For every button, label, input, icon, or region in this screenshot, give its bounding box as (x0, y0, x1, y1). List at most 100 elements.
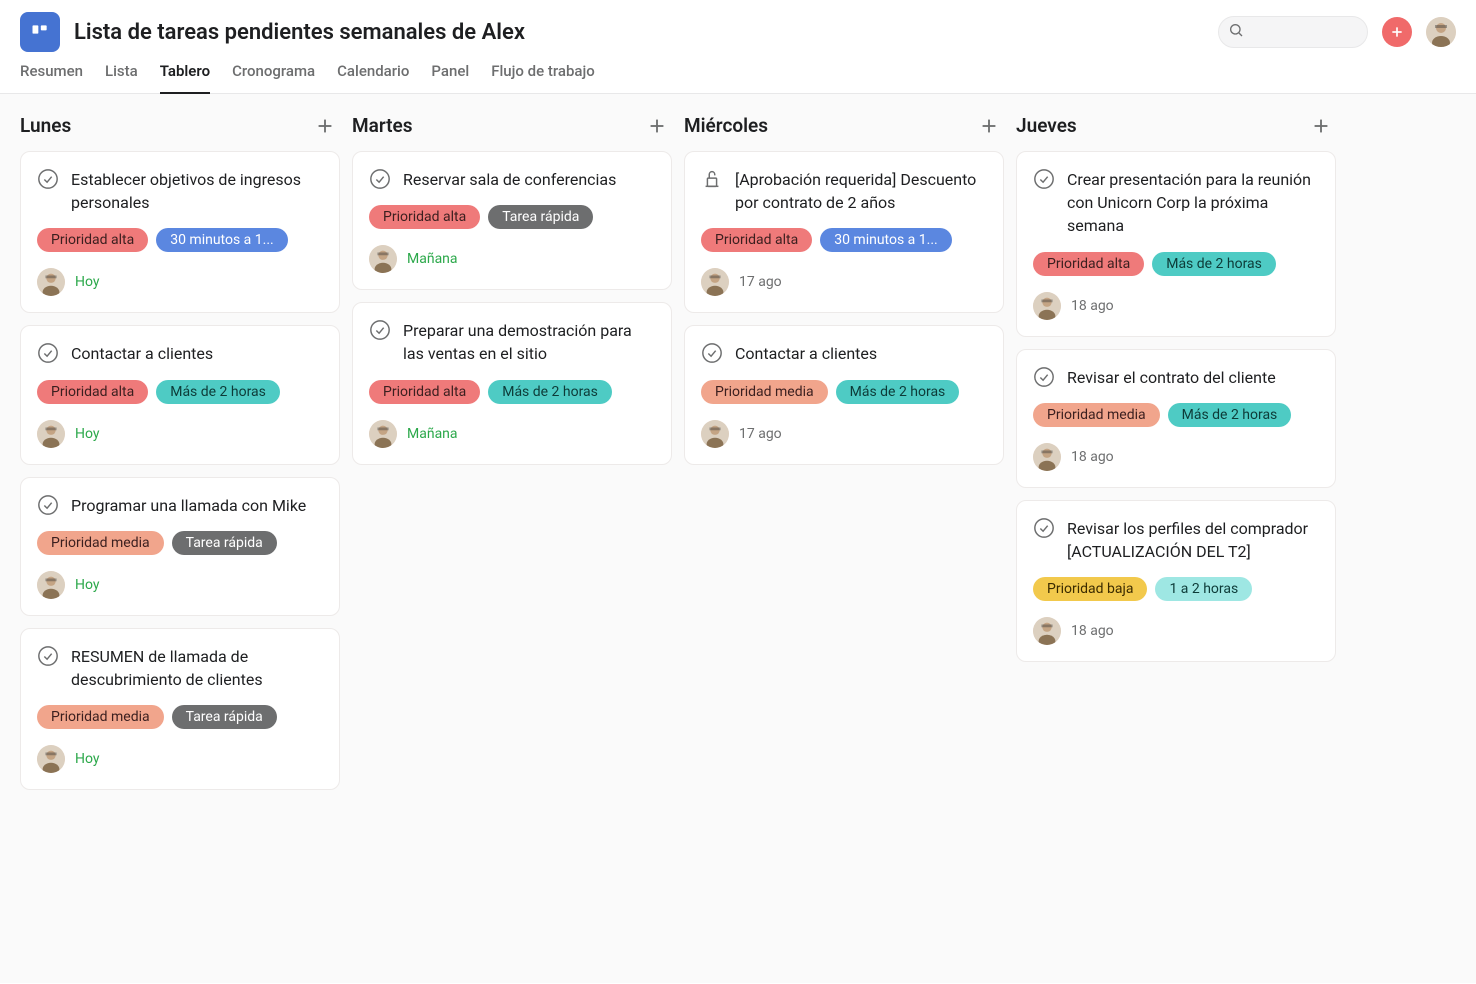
task-card[interactable]: Contactar a clientes Prioridad media Más d… (684, 325, 1004, 464)
tab-flujo-de-trabajo[interactable]: Flujo de trabajo (491, 62, 595, 93)
check-circle-icon[interactable] (1033, 168, 1055, 190)
task-card[interactable]: Programar una llamada con Mike Prioridad … (20, 477, 340, 616)
search-field[interactable] (1218, 16, 1368, 48)
assignee-avatar[interactable] (369, 420, 397, 448)
tag-dur-quick: Tarea rápida (172, 705, 277, 729)
due-date: 18 ago (1071, 298, 1114, 314)
due-date: Mañana (407, 251, 458, 267)
check-circle-icon[interactable] (1033, 366, 1055, 388)
task-title: Programar una llamada con Mike (71, 494, 306, 517)
task-title: Preparar una demostración para las venta… (403, 319, 655, 365)
assignee-avatar[interactable] (701, 420, 729, 448)
check-circle-icon[interactable] (37, 645, 59, 667)
board: Lunes Establecer objetivos de ingresos pe… (0, 94, 1476, 983)
task-card[interactable]: Revisar el contrato del cliente Prioridad… (1016, 349, 1336, 488)
tag-priority-medium: Prioridad media (37, 531, 164, 555)
task-title: Revisar los perfiles del comprador [ACTU… (1067, 517, 1319, 563)
tab-resumen[interactable]: Resumen (20, 62, 83, 93)
check-circle-icon[interactable] (37, 494, 59, 516)
column-add-button[interactable] (1310, 115, 1332, 137)
task-title: RESUMEN de llamada de descubrimiento de … (71, 645, 323, 691)
tag-dur-2h-plus: Más de 2 horas (1168, 403, 1292, 427)
tag-priority-high: Prioridad alta (701, 228, 812, 252)
tag-dur-2h-plus: Más de 2 horas (488, 380, 612, 404)
due-date: 17 ago (739, 426, 782, 442)
due-date: Hoy (75, 751, 100, 767)
task-card[interactable]: RESUMEN de llamada de descubrimiento de … (20, 628, 340, 790)
due-date: 17 ago (739, 274, 782, 290)
tag-dur-30-1h: 30 minutos a 1... (156, 228, 288, 252)
task-card[interactable]: Crear presentación para la reunión con U… (1016, 151, 1336, 337)
due-date: 18 ago (1071, 449, 1114, 465)
task-card[interactable]: Preparar una demostración para las venta… (352, 302, 672, 464)
check-circle-icon[interactable] (369, 168, 391, 190)
check-circle-icon[interactable] (37, 168, 59, 190)
assignee-avatar[interactable] (37, 420, 65, 448)
project-icon[interactable] (20, 12, 60, 52)
tag-dur-quick: Tarea rápida (172, 531, 277, 555)
tab-cronograma[interactable]: Cronograma (232, 62, 315, 93)
check-circle-icon[interactable] (1033, 517, 1055, 539)
project-title: Lista de tareas pendientes semanales de … (74, 20, 525, 45)
column-martes: Martes Reservar sala de conferenciasPrior… (352, 114, 672, 963)
tag-priority-low: Prioridad baja (1033, 577, 1147, 601)
check-circle-icon[interactable] (37, 342, 59, 364)
column-lunes: Lunes Establecer objetivos de ingresos pe… (20, 114, 340, 963)
task-card[interactable]: Reservar sala de conferenciasPrioridad a… (352, 151, 672, 290)
column-miércoles: Miércoles [Aprobación requerida] Descuent… (684, 114, 1004, 963)
task-title: [Aprobación requerida] Descuento por con… (735, 168, 987, 214)
tag-dur-2h-plus: Más de 2 horas (156, 380, 280, 404)
tab-lista[interactable]: Lista (105, 62, 138, 93)
task-card[interactable]: Establecer objetivos de ingresos persona… (20, 151, 340, 313)
task-title: Establecer objetivos de ingresos persona… (71, 168, 323, 214)
task-card[interactable]: Contactar a clientes Prioridad alta Más de… (20, 325, 340, 464)
column-jueves: Jueves Crear presentación para la reunión… (1016, 114, 1336, 963)
tag-dur-2h-plus: Más de 2 horas (836, 380, 960, 404)
column-add-button[interactable] (978, 115, 1000, 137)
column-title: Lunes (20, 114, 71, 137)
search-icon (1228, 22, 1244, 42)
assignee-avatar[interactable] (37, 745, 65, 773)
view-tabs: Resumen Lista Tablero Cronograma Calendario P… (0, 52, 1476, 94)
tab-calendario[interactable]: Calendario (337, 62, 409, 93)
task-title: Contactar a clientes (71, 342, 213, 365)
column-title: Jueves (1016, 114, 1077, 137)
task-card[interactable]: Revisar los perfiles del comprador [ACTU… (1016, 500, 1336, 662)
due-date: Hoy (75, 577, 100, 593)
tag-priority-high: Prioridad alta (369, 380, 480, 404)
column-add-button[interactable] (646, 115, 668, 137)
tag-priority-medium: Prioridad media (1033, 403, 1160, 427)
assignee-avatar[interactable] (37, 268, 65, 296)
user-avatar[interactable] (1426, 17, 1456, 47)
tab-tablero[interactable]: Tablero (160, 62, 210, 94)
due-date: Mañana (407, 426, 458, 442)
assignee-avatar[interactable] (1033, 292, 1061, 320)
task-title: Revisar el contrato del cliente (1067, 366, 1276, 389)
column-title: Martes (352, 114, 413, 137)
column-add-button[interactable] (314, 115, 336, 137)
check-circle-icon[interactable] (369, 319, 391, 341)
assignee-avatar[interactable] (37, 571, 65, 599)
check-circle-icon[interactable] (701, 342, 723, 364)
tag-dur-1-2h: 1 a 2 horas (1155, 577, 1252, 601)
due-date: 18 ago (1071, 623, 1114, 639)
due-date: Hoy (75, 274, 100, 290)
tag-priority-high: Prioridad alta (37, 380, 148, 404)
tag-priority-high: Prioridad alta (1033, 252, 1144, 276)
assignee-avatar[interactable] (701, 268, 729, 296)
task-card[interactable]: [Aprobación requerida] Descuento por con… (684, 151, 1004, 313)
task-title: Contactar a clientes (735, 342, 877, 365)
column-title: Miércoles (684, 114, 768, 137)
assignee-avatar[interactable] (369, 245, 397, 273)
approval-icon[interactable] (701, 168, 723, 190)
tag-priority-medium: Prioridad media (37, 705, 164, 729)
assignee-avatar[interactable] (1033, 617, 1061, 645)
tag-priority-high: Prioridad alta (369, 205, 480, 229)
tag-priority-high: Prioridad alta (37, 228, 148, 252)
tag-priority-medium: Prioridad media (701, 380, 828, 404)
tab-panel[interactable]: Panel (431, 62, 469, 93)
due-date: Hoy (75, 426, 100, 442)
assignee-avatar[interactable] (1033, 443, 1061, 471)
global-add-button[interactable] (1382, 17, 1412, 47)
tag-dur-quick: Tarea rápida (488, 205, 593, 229)
